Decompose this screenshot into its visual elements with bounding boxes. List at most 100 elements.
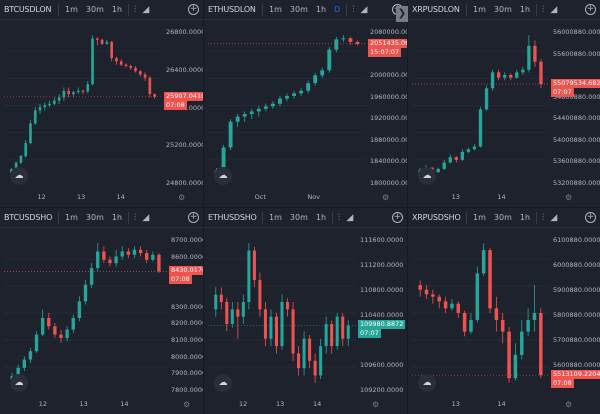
time-axis[interactable]: 12 13 14 [4, 400, 167, 412]
candle-type-icon[interactable]: ⫶ [539, 5, 547, 15]
timeframe-30m[interactable]: 30m [490, 213, 516, 222]
timeframe-1h[interactable]: 1h [516, 213, 534, 222]
pane-toolbar: BTCUSDSHO 1m 30m 1h ⫶ ◢ + [0, 208, 203, 228]
price-tick-label: 26400.0000 [166, 65, 203, 74]
indicators-icon[interactable]: ◢ [547, 5, 560, 15]
timeframe-1m[interactable]: 1m [469, 5, 490, 14]
candlestick-chart[interactable] [208, 24, 366, 187]
candle-body [263, 106, 268, 109]
candle-body [143, 74, 147, 78]
price-tick-label: 6000880.0000 [553, 261, 600, 269]
timeframe-1m[interactable]: 1m [61, 5, 82, 14]
candle-type-icon[interactable]: ⫶ [349, 5, 357, 15]
timeframe-1m[interactable]: 1m [469, 213, 490, 222]
candle-type-icon[interactable]: ⫶ [539, 213, 547, 223]
candle-body [235, 116, 240, 122]
symbol-label[interactable]: BTCUSDLON [0, 5, 56, 14]
candlestick-chart[interactable] [4, 232, 167, 394]
symbol-label[interactable]: ETHUSDLON [204, 5, 260, 14]
candle-body [77, 301, 82, 318]
candle-body [40, 317, 45, 335]
settings-gear-icon[interactable]: ⚙ [183, 400, 190, 409]
countdown-tag: 07:08 [164, 100, 187, 110]
candlestick-chart[interactable] [412, 24, 549, 187]
symbol-label[interactable]: BTCUSDSHO [0, 213, 56, 222]
last-price-tag: 8430.0170 [169, 266, 203, 276]
candle-type-icon[interactable]: ⫶ [131, 5, 139, 15]
candle-body [153, 94, 156, 97]
add-plus-icon[interactable]: + [188, 212, 199, 223]
candle-body [124, 64, 128, 66]
candle-body [488, 250, 492, 309]
time-axis[interactable]: Oct Nov [208, 193, 366, 205]
timeframe-1m[interactable]: 1m [265, 5, 286, 14]
candle-body [324, 324, 328, 347]
candlestick-chart[interactable] [4, 24, 162, 187]
symbol-label[interactable]: XRPUSDSHO [408, 213, 464, 222]
indicators-icon[interactable]: ◢ [547, 213, 560, 223]
settings-gear-icon[interactable]: ⚙ [565, 400, 572, 409]
settings-gear-icon[interactable]: ⚙ [178, 193, 185, 202]
candle-body [469, 319, 473, 332]
settings-gear-icon[interactable]: ⚙ [372, 400, 379, 409]
chart-pane-xrpusdlon[interactable]: XRPUSDLON 1m 30m 1h ⫶ ◢ +56000880.0000 55600880… [408, 0, 600, 207]
candle-body [424, 289, 429, 295]
time-tick-label: 14 [120, 400, 129, 408]
candlestick-chart[interactable] [208, 232, 356, 394]
symbol-label[interactable]: XRPUSDLON [408, 5, 464, 14]
timeframe-30m[interactable]: 30m [286, 5, 312, 14]
candle-body [225, 301, 229, 325]
timeframe-1h[interactable]: 1h [312, 5, 330, 14]
candle-body [81, 90, 85, 92]
timeframe-1m[interactable]: 1m [265, 213, 286, 222]
timeframe-selected[interactable]: D [330, 5, 344, 14]
timeframe-1m[interactable]: 1m [61, 213, 82, 222]
indicators-icon[interactable]: ◢ [139, 213, 152, 223]
timeframe-1h[interactable]: 1h [108, 5, 126, 14]
price-tick-label: 56000880.0000 [553, 28, 600, 36]
price-axis[interactable]: 111600.0000 111200.0000 110800.0000 110400.… [360, 232, 407, 394]
candle-body [33, 110, 37, 124]
collapse-arrow-icon[interactable]: ❯ [396, 6, 408, 22]
time-axis[interactable]: 12 13 14 [4, 193, 162, 205]
timeframe-30m[interactable]: 30m [490, 5, 516, 14]
candle-body [145, 253, 149, 260]
add-plus-icon[interactable]: + [585, 4, 596, 15]
chart-pane-ethusdlon[interactable]: ETHUSDLON1m30m1hD⫶◢+2080000.00002000000.… [204, 0, 407, 207]
add-plus-icon[interactable]: + [188, 4, 199, 15]
candle-body [148, 77, 152, 95]
indicators-icon[interactable]: ◢ [139, 5, 152, 15]
symbol-label[interactable]: ETHUSDSHO [204, 213, 260, 222]
candle-body [490, 72, 495, 89]
timeframe-1h[interactable]: 1h [108, 213, 126, 222]
candlestick-chart[interactable] [412, 232, 549, 394]
settings-gear-icon[interactable]: ⚙ [382, 193, 389, 202]
chart-pane-btcusdlon[interactable]: BTCUSDLON 1m 30m 1h ⫶ ◢ +26800.0000 26400.0000 2… [0, 0, 203, 207]
time-axis[interactable]: 13 14 [412, 193, 549, 205]
timeframe-1h[interactable]: 1h [516, 5, 534, 14]
chart-pane-xrpusdsho[interactable]: XRPUSDSHO 1m 30m 1h ⫶ ◢ +6100880.0000 6000880.0… [408, 208, 600, 414]
indicators-icon[interactable]: ◢ [357, 5, 370, 15]
time-axis[interactable]: 13 14 [412, 400, 549, 412]
candle-body [460, 151, 465, 160]
timeframe-1h[interactable]: 1h [312, 213, 330, 222]
price-axis[interactable]: 8700.00008600.00008500.00008300.00008200… [171, 232, 203, 394]
chart-pane-ethusdsho[interactable]: ETHUSDSHO 1m 30m 1h ⫶ ◢ +111600.0000 111200.000… [204, 208, 407, 414]
candle-body [219, 294, 223, 302]
time-axis[interactable]: 12 13 14 [208, 400, 356, 412]
timeframe-30m[interactable]: 30m [286, 213, 312, 222]
candle-type-icon[interactable]: ⫶ [131, 213, 139, 223]
candle-body [462, 313, 467, 332]
candle-type-icon[interactable]: ⫶ [335, 213, 343, 223]
price-axis[interactable]: 56000880.0000 55600880.0000 54800880.0000 5… [553, 24, 600, 187]
price-tick-label: 5600880.0000 [553, 361, 600, 369]
timeframe-30m[interactable]: 30m [82, 5, 108, 14]
add-plus-icon[interactable]: + [585, 212, 596, 223]
candle-body [302, 338, 306, 369]
add-plus-icon[interactable]: + [392, 212, 403, 223]
indicators-icon[interactable]: ◢ [343, 213, 356, 223]
timeframe-30m[interactable]: 30m [82, 213, 108, 222]
settings-gear-icon[interactable]: ⚙ [565, 193, 572, 202]
chart-pane-btcusdsho[interactable]: BTCUSDSHO 1m30m1h ⫶◢ +8700.00008600.0000850… [0, 208, 203, 414]
candle-body [105, 41, 109, 44]
